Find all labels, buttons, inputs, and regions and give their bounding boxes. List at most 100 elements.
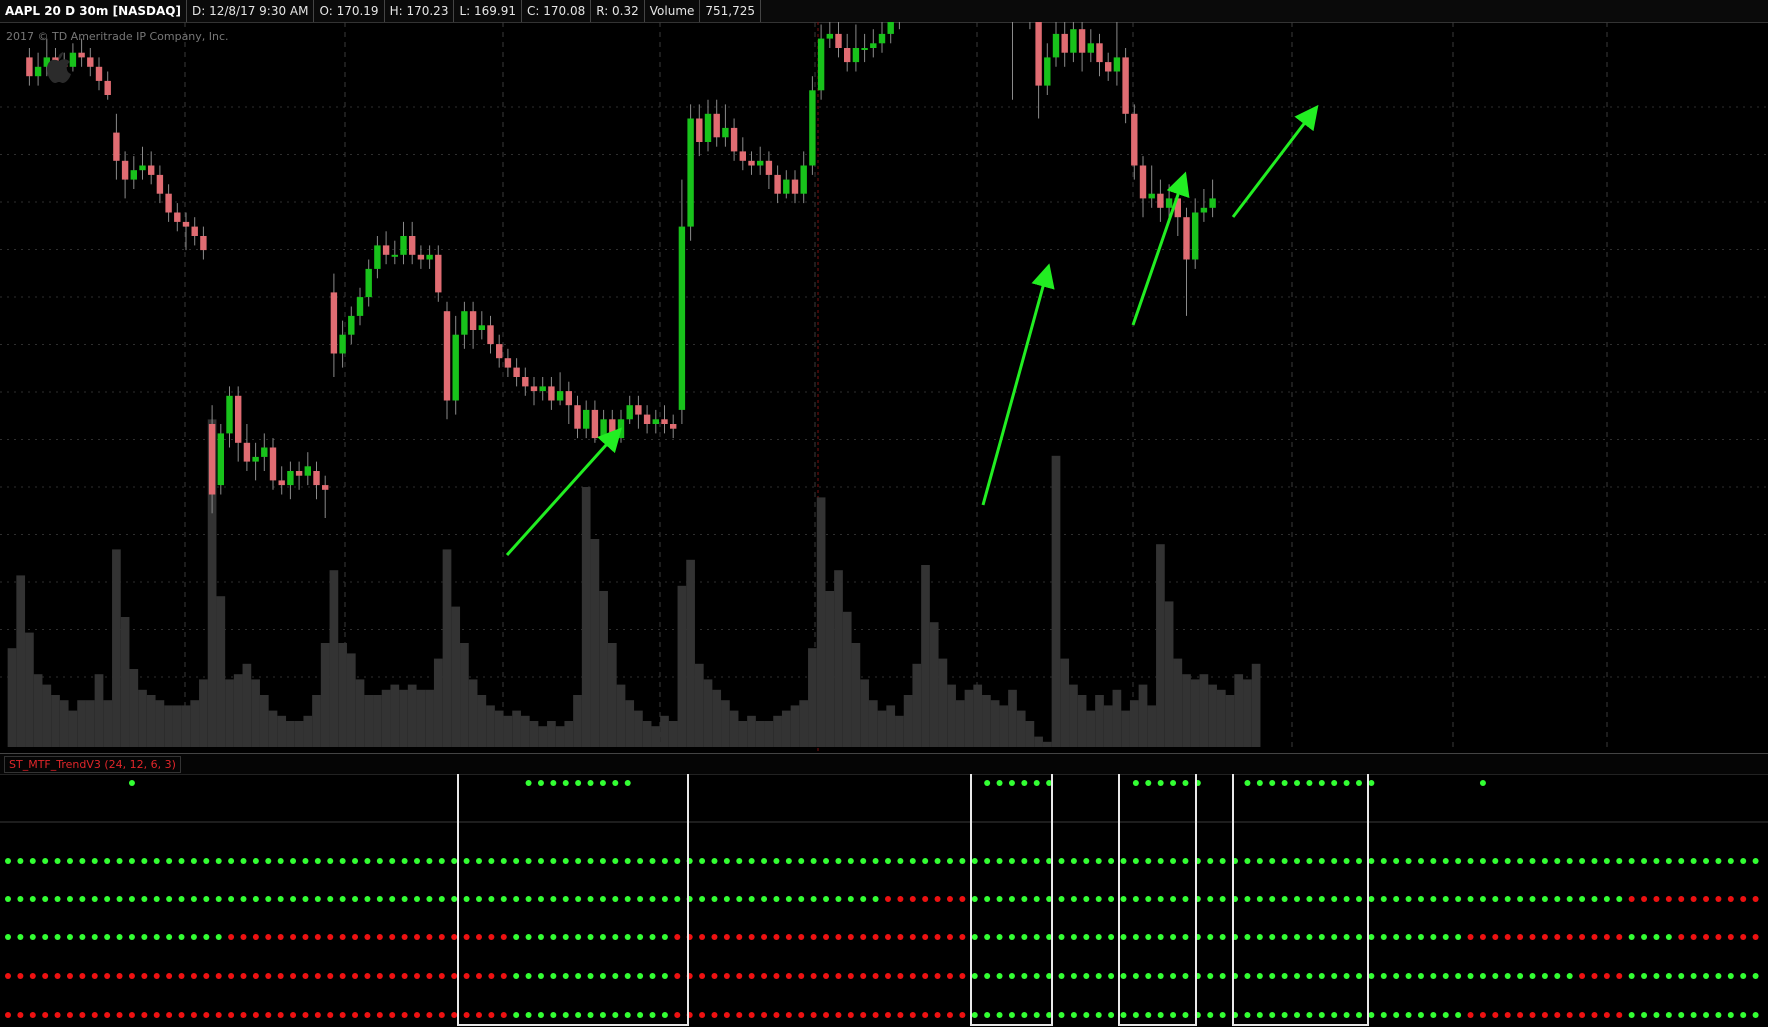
trend-dot-red [1479,934,1486,940]
trend-dot-green [1331,973,1338,979]
trend-dot-green [711,858,718,864]
trend-dot-red [959,896,966,902]
trend-dot-green [66,858,73,864]
high-readout: H: 170.23 [385,0,455,22]
trend-dot-green [1132,934,1139,940]
trend-dot-green [1479,780,1486,786]
volume-bar [199,679,208,747]
volume-bar [1156,544,1165,747]
trend-dot-green [500,896,507,902]
trend-dot-green [562,896,569,902]
trend-dot-green [885,858,891,864]
trend-dot-red [314,973,321,979]
trend-dot-green [414,858,421,864]
volume-bar [486,705,495,747]
trend-dot-green [1343,1012,1350,1018]
trend-dot-green [1380,973,1387,979]
trend-dot-red [1467,1012,1474,1018]
trend-dot-green [575,858,582,864]
trend-dot-green [860,858,867,864]
trend-dot-green [1170,934,1177,940]
trend-dot-green [624,1012,631,1018]
trend-dot-green [1740,973,1747,979]
volume-bar [955,700,965,747]
trend-dot-green [1393,858,1400,864]
volume-bar [590,539,600,747]
trend-dot-green [1219,934,1226,940]
trend-dot-green [91,934,98,940]
volume-bar [286,721,295,747]
trend-dot-red [748,934,755,940]
trend-dot-red [389,1012,396,1018]
trend-dot-green [550,780,557,786]
trend-dot-green [1665,973,1672,979]
trend-dot-green [1591,896,1598,902]
candle-up [374,245,381,269]
symbol-label[interactable]: AAPL 20 D 30m [NASDAQ] [0,0,187,22]
trend-dot-green [1281,934,1288,940]
trend-dot-red [1665,896,1672,902]
candle-up [626,405,633,420]
trend-dot-red [277,1012,284,1018]
volume-bar [451,606,461,747]
candle-down [322,485,329,490]
trend-dot-red [339,1012,346,1018]
trend-dot-red [798,973,805,979]
candle-down [409,236,416,255]
price-chart[interactable] [0,22,1768,752]
candle-up [426,254,433,260]
volume-bar [555,726,565,747]
trend-dot-red [823,973,830,979]
trend-dot-green [810,896,817,902]
trend-dot-red [847,934,854,940]
candle-down [1096,43,1103,63]
trend-dot-green [971,858,978,864]
candle-up [817,38,825,91]
trend-dot-red [426,973,433,979]
candle-up [391,254,398,257]
trend-dot-green [1256,780,1263,786]
trend-dot-red [934,1012,941,1018]
trend-dot-green [1157,1012,1164,1018]
candle-down [95,66,103,81]
trend-dot-green [451,858,458,864]
trend-dot-red [215,973,222,979]
trend-dot-red [438,1012,445,1018]
trend-dot-red [798,1012,805,1018]
trend-dot-red [934,973,941,979]
indicator-title[interactable]: ST_MTF_TrendV3 (24, 12, 6, 3) [4,756,181,773]
trend-dot-green [1256,1012,1263,1018]
trend-dot-green [1678,1012,1685,1018]
candle-up [1192,212,1199,260]
trend-dot-red [166,1012,173,1018]
trend-dot-red [885,934,891,940]
trend-dot-red [922,896,929,902]
volume-bar [355,679,365,747]
volume-bar [999,705,1009,747]
trend-dot-green [587,1012,594,1018]
trend-dot-green [1132,858,1139,864]
trend-dot-red [414,973,421,979]
volume-bar [712,689,722,747]
trend-dot-red [1628,896,1635,902]
trend-dot-green [1182,934,1189,940]
trend-dot-red [699,973,706,979]
trend-dot-green [314,858,321,864]
trend-dot-green [1095,973,1102,979]
trend-dot-red [203,1012,210,1018]
trend-dot-green [513,934,520,940]
trend-dot-green [996,934,1003,940]
volume-bar [433,658,443,747]
trend-dot-green [178,858,185,864]
candle-down [191,226,198,236]
trend-dot-green [1467,896,1474,902]
trend-dot-red [500,934,507,940]
trend-dot-red [909,1012,916,1018]
trend-dot-red [897,973,904,979]
trend-dot-green [934,858,941,864]
trend-dot-green [1281,858,1288,864]
trend-dot-green [1058,934,1065,940]
trend-dot-green [1083,934,1090,940]
trend-dot-green [1405,934,1412,940]
volume-bar [1147,705,1157,747]
